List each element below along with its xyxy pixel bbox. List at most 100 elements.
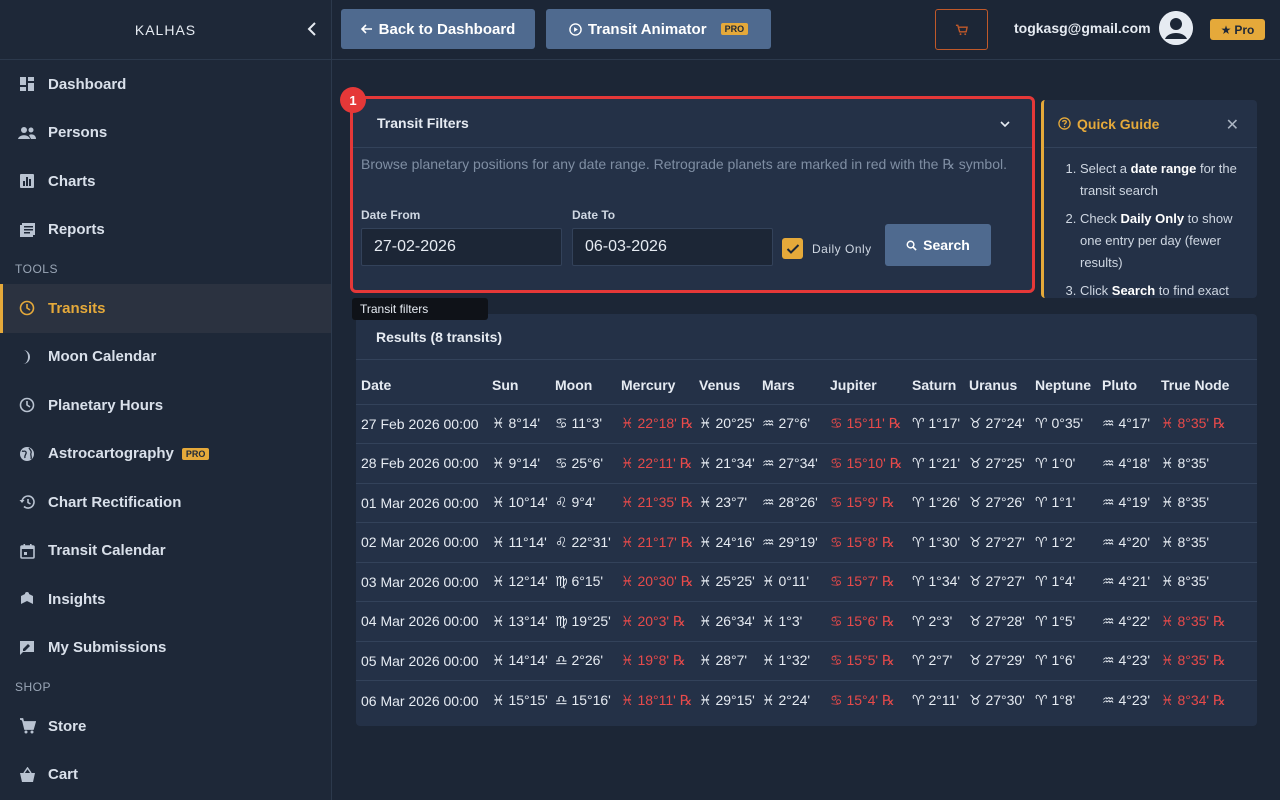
sidebar-item-label: Moon Calendar <box>48 348 157 366</box>
sidebar-item-label: Chart Rectification <box>48 493 182 511</box>
transit-animator-button[interactable]: Transit Animator PRO <box>546 9 771 49</box>
table-cell: ♋ 11°3' <box>555 403 621 444</box>
results-panel: Results (8 transits) Date Sun Moon Mercury V… <box>356 314 1257 726</box>
sidebar-item-store[interactable]: Store <box>0 702 331 751</box>
column-header-jupiter[interactable]: Jupiter <box>830 366 912 404</box>
table-cell: 04 Mar 2026 00:00 <box>356 601 492 641</box>
table-cell: ♓ 20°30' ℞ <box>621 561 699 602</box>
sidebar-item-charts[interactable]: Charts <box>0 157 331 206</box>
column-header-moon[interactable]: Moon <box>555 366 621 404</box>
table-cell: ♉ 27°29' <box>969 640 1035 681</box>
table-row[interactable]: 03 Mar 2026 00:00 ♓ 12°14' ♍ 6°15' ♓ 20°30'… <box>356 561 1257 602</box>
back-to-dashboard-label: Back to Dashboard <box>378 20 516 38</box>
column-header-true-node[interactable]: True Node <box>1161 366 1257 404</box>
table-cell: ♓ 11°14' <box>492 522 555 562</box>
column-header-neptune[interactable]: Neptune <box>1035 366 1102 404</box>
results-title: Results (8 transits) <box>356 314 1257 360</box>
column-header-saturn[interactable]: Saturn <box>912 366 969 404</box>
sidebar: KALHAS Dashboard Persons Charts Reports TOO… <box>0 0 332 800</box>
brand: KALHAS <box>0 0 331 60</box>
sidebar-item-moon-calendar[interactable]: Moon Calendar <box>0 333 331 382</box>
column-header-uranus[interactable]: Uranus <box>969 366 1035 404</box>
table-cell: ♓ 10°14' <box>492 482 555 523</box>
table-cell: ♒ 4°19' <box>1102 482 1161 523</box>
table-row[interactable]: 27 Feb 2026 00:00 ♓ 8°14' ♋ 11°3' ♓ 22°18' … <box>356 403 1257 444</box>
avatar[interactable] <box>1159 11 1193 45</box>
column-header-date[interactable]: Date <box>356 366 492 404</box>
cart-icon <box>955 24 968 35</box>
table-cell: 06 Mar 2026 00:00 <box>356 680 492 720</box>
guide-step-pre: Check <box>1080 211 1121 226</box>
sidebar-item-cart[interactable]: Cart <box>0 751 331 800</box>
date-from-input[interactable]: 27-02-2026 <box>361 228 562 266</box>
table-cell: ♈ 1°6' <box>1035 640 1102 681</box>
table-cell: ♒ 4°17' <box>1102 403 1161 444</box>
table-cell: ♈ 1°30' <box>912 522 969 562</box>
table-cell: ♈ 1°2' <box>1035 522 1102 562</box>
column-header-mercury[interactable]: Mercury <box>621 366 699 404</box>
table-cell: ♍ 19°25' <box>555 601 621 641</box>
insights-icon <box>18 590 36 608</box>
table-cell: ♈ 1°8' <box>1035 680 1102 720</box>
table-row[interactable]: 01 Mar 2026 00:00 ♓ 10°14' ♌ 9°4' ♓ 21°35' … <box>356 482 1257 523</box>
column-header-venus[interactable]: Venus <box>699 366 762 404</box>
section-label-shop: SHOP <box>15 680 52 694</box>
chevron-down-icon[interactable] <box>1000 115 1010 131</box>
sidebar-item-label: Cart <box>48 766 79 784</box>
sidebar-item-dashboard[interactable]: Dashboard <box>0 60 331 109</box>
table-row[interactable]: 05 Mar 2026 00:00 ♓ 14°14' ♎ 2°26' ♓ 19°8' … <box>356 640 1257 681</box>
back-to-dashboard-button[interactable]: Back to Dashboard <box>341 9 535 49</box>
sidebar-item-astrocartography[interactable]: Astrocartography PRO <box>0 430 331 479</box>
search-label: Search <box>923 237 970 253</box>
close-icon[interactable]: ✕ <box>1226 115 1239 135</box>
checkmark-icon <box>786 243 799 254</box>
table-body: 27 Feb 2026 00:00 ♓ 8°14' ♋ 11°3' ♓ 22°18' … <box>356 403 1257 720</box>
guide-step-post: to find exact <box>1155 283 1229 298</box>
table-row[interactable]: 28 Feb 2026 00:00 ♓ 9°14' ♋ 25°6' ♓ 22°11' … <box>356 443 1257 483</box>
sidebar-item-persons[interactable]: Persons <box>0 109 331 158</box>
search-button[interactable]: Search <box>885 224 991 266</box>
sidebar-item-transits[interactable]: Transits <box>0 284 331 333</box>
nav-tools: Transits Moon Calendar Planetary Hours Astr… <box>0 284 331 672</box>
brand-name: KALHAS <box>134 21 197 38</box>
sidebar-item-chart-rectification[interactable]: Chart Rectification <box>0 478 331 527</box>
pro-status-badge: ★ Pro <box>1210 19 1265 40</box>
sidebar-item-insights[interactable]: Insights <box>0 575 331 624</box>
sidebar-item-reports[interactable]: Reports <box>0 206 331 255</box>
table-cell: ♓ 15°15' <box>492 680 555 720</box>
table-cell: 05 Mar 2026 00:00 <box>356 640 492 681</box>
table-cell: ♓ 21°35' ℞ <box>621 482 699 523</box>
table-cell: ♓ 2°24' <box>762 680 830 720</box>
collapse-sidebar-icon[interactable] <box>307 22 321 38</box>
pro-status-label: Pro <box>1234 22 1255 37</box>
table-row[interactable]: 06 Mar 2026 00:00 ♓ 15°15' ♎ 15°16' ♓ 18°11… <box>356 680 1257 720</box>
table-cell: ♓ 20°25' <box>699 403 762 444</box>
table-cell: ♋ 15°6' ℞ <box>830 601 912 641</box>
table-cell: 02 Mar 2026 00:00 <box>356 522 492 562</box>
table-cell: ♋ 15°9' ℞ <box>830 482 912 523</box>
transit-filters-header[interactable]: Transit Filters <box>353 99 1032 148</box>
table-cell: ♈ 1°1' <box>1035 482 1102 523</box>
table-cell: ♉ 27°27' <box>969 522 1035 562</box>
column-header-sun[interactable]: Sun <box>492 366 555 404</box>
table-cell: ♓ 0°11' <box>762 561 830 602</box>
table-cell: ♓ 12°14' <box>492 561 555 602</box>
daily-only-checkbox[interactable] <box>782 238 803 259</box>
sidebar-item-my-submissions[interactable]: My Submissions <box>0 624 331 673</box>
sidebar-item-transit-calendar[interactable]: Transit Calendar <box>0 527 331 576</box>
quick-guide-panel: Quick Guide ✕ Select a date range for th… <box>1041 100 1257 298</box>
dashboard-icon <box>18 75 36 93</box>
sidebar-item-planetary-hours[interactable]: Planetary Hours <box>0 381 331 430</box>
people-icon <box>18 124 36 142</box>
table-cell: ♓ 9°14' <box>492 443 555 483</box>
cart-button[interactable] <box>935 9 988 50</box>
column-header-mars[interactable]: Mars <box>762 366 830 404</box>
column-header-pluto[interactable]: Pluto <box>1102 366 1161 404</box>
table-cell: 27 Feb 2026 00:00 <box>356 403 492 444</box>
date-to-input[interactable]: 06-03-2026 <box>572 228 773 266</box>
table-cell: ♓ 21°17' ℞ <box>621 522 699 562</box>
table-cell: ♋ 25°6' <box>555 443 621 483</box>
table-cell: ♋ 15°4' ℞ <box>830 680 912 720</box>
table-row[interactable]: 04 Mar 2026 00:00 ♓ 13°14' ♍ 19°25' ♓ 20°3'… <box>356 601 1257 641</box>
table-row[interactable]: 02 Mar 2026 00:00 ♓ 11°14' ♌ 22°31' ♓ 21°17… <box>356 522 1257 562</box>
